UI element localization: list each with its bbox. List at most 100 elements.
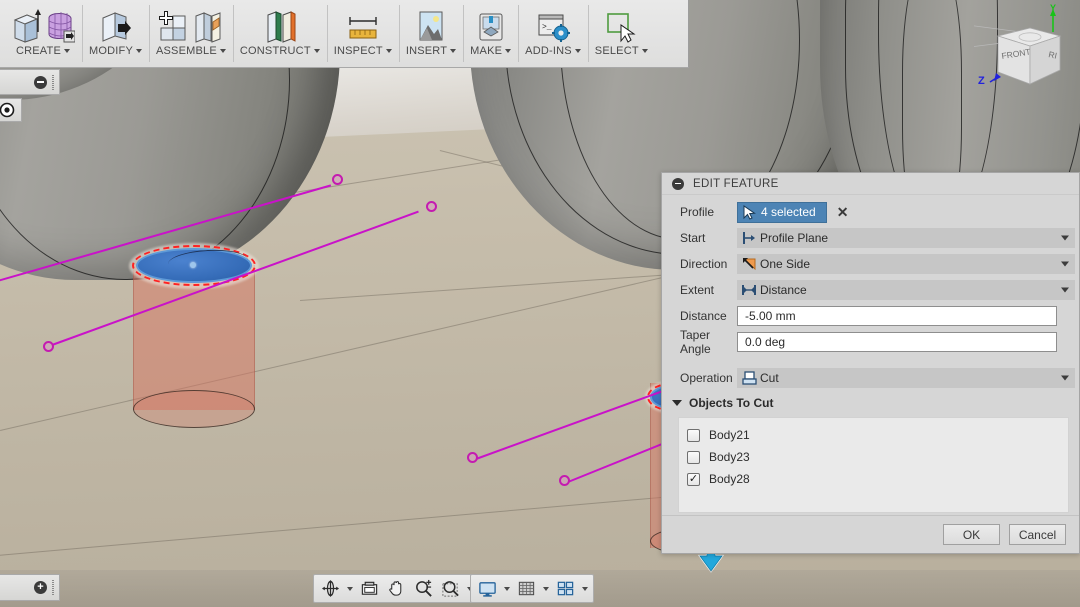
collapse-icon[interactable] xyxy=(672,177,684,190)
scripts-addins-icon[interactable]: >_ xyxy=(536,8,570,44)
joint-icon[interactable] xyxy=(192,8,224,44)
checkbox-body21[interactable] xyxy=(687,428,700,442)
profile-center-point[interactable] xyxy=(190,262,196,268)
toolbar-label-addins: ADD-INS xyxy=(525,45,572,57)
triangle-down-icon[interactable] xyxy=(672,400,682,406)
sketch-point[interactable] xyxy=(43,341,54,352)
sketch-point[interactable] xyxy=(426,201,437,212)
field-row-direction: Direction One Side xyxy=(662,251,1079,277)
start-dropdown[interactable]: Profile Plane xyxy=(737,228,1075,248)
sketch-point[interactable] xyxy=(467,452,478,463)
ok-button[interactable]: OK xyxy=(943,524,1000,545)
offset-plane-icon[interactable] xyxy=(263,8,297,44)
drag-grip[interactable] xyxy=(52,580,54,595)
distance-input[interactable]: -5.00 mm xyxy=(737,306,1057,326)
toolbar-label-select: SELECT xyxy=(594,45,639,57)
cancel-button[interactable]: Cancel xyxy=(1009,524,1066,545)
toolbar-label-inspect: INSPECT xyxy=(333,45,383,57)
checkbox-body23[interactable] xyxy=(687,450,700,464)
operation-value: Cut xyxy=(760,371,779,385)
orbit-icon[interactable] xyxy=(317,576,343,601)
orbit-dropdown-caret-icon[interactable] xyxy=(344,576,355,601)
timeline-expand-tab[interactable]: + xyxy=(0,574,60,601)
checkbox-body28[interactable]: ✓ xyxy=(687,472,700,486)
grid-dropdown-caret-icon[interactable] xyxy=(540,576,551,601)
create-form-icon[interactable] xyxy=(45,8,75,44)
minus-circle-icon[interactable] xyxy=(34,75,47,89)
chevron-down-icon[interactable] xyxy=(385,49,392,53)
field-row-operation: Operation Cut xyxy=(662,365,1079,391)
field-label-taper-angle: Taper Angle xyxy=(680,328,711,356)
profile-plane-icon xyxy=(738,231,760,245)
navigation-bar-right xyxy=(470,574,594,603)
taper-angle-input[interactable]: 0.0 deg xyxy=(737,332,1057,352)
grid-snap-icon[interactable] xyxy=(513,576,539,601)
list-item[interactable]: ✓ Body28 xyxy=(687,468,1068,490)
chevron-down-icon[interactable] xyxy=(1061,235,1069,241)
chevron-down-icon[interactable] xyxy=(641,49,648,53)
browser-collapse-tab[interactable] xyxy=(0,69,60,95)
display-settings-icon[interactable] xyxy=(474,576,500,601)
chevron-down-icon[interactable] xyxy=(574,49,581,53)
plus-circle-icon[interactable]: + xyxy=(34,581,47,594)
zoom-window-icon[interactable] xyxy=(437,576,463,601)
extrude-icon[interactable] xyxy=(11,8,41,44)
select-icon[interactable] xyxy=(604,8,638,44)
cut-operation-icon xyxy=(738,370,760,386)
dialog-title-bar[interactable]: EDIT FEATURE xyxy=(662,173,1079,195)
target-icon[interactable] xyxy=(0,102,15,118)
svg-text:Y: Y xyxy=(1050,4,1056,13)
chevron-down-icon[interactable] xyxy=(1061,375,1069,381)
sketch-point[interactable] xyxy=(332,174,343,185)
left-target-panel[interactable] xyxy=(0,98,22,122)
object-name: Body28 xyxy=(709,472,750,486)
3d-print-icon[interactable] xyxy=(476,8,506,44)
objects-to-cut-list[interactable]: Body21 Body23 ✓ Body28 xyxy=(678,417,1069,513)
svg-text:>_: >_ xyxy=(542,23,552,32)
object-name: Body21 xyxy=(709,428,750,442)
field-row-taper-angle: Taper Angle 0.0 deg xyxy=(662,328,1079,356)
taper-angle-value: 0.0 deg xyxy=(745,335,786,349)
toolbar-group-insert: INSERT xyxy=(398,0,463,67)
zoom-icon[interactable] xyxy=(410,576,436,601)
chevron-down-icon[interactable] xyxy=(1061,287,1069,293)
toolbar-label-assemble: ASSEMBLE xyxy=(155,45,217,57)
profile-selection-count: 4 selected xyxy=(761,205,816,219)
viewports-icon[interactable] xyxy=(552,576,578,601)
viewports-dropdown-caret-icon[interactable] xyxy=(579,576,590,601)
list-item[interactable]: Body23 xyxy=(687,446,1068,468)
arrow-cursor-icon xyxy=(743,204,756,220)
operation-dropdown[interactable]: Cut xyxy=(737,368,1075,388)
direction-dropdown[interactable]: One Side xyxy=(737,254,1075,274)
view-cube[interactable]: FRONT RI Y Z xyxy=(974,4,1074,104)
chevron-down-icon[interactable] xyxy=(450,49,457,53)
press-pull-icon[interactable] xyxy=(98,8,132,44)
field-label-direction: Direction xyxy=(680,257,728,271)
section-objects-to-cut[interactable]: Objects To Cut xyxy=(662,391,1079,415)
distance-value: -5.00 mm xyxy=(745,309,796,323)
sketch-point[interactable] xyxy=(559,475,570,486)
chevron-down-icon[interactable] xyxy=(219,49,226,53)
chevron-down-icon[interactable] xyxy=(64,49,70,53)
extent-distance-icon xyxy=(738,283,760,297)
insert-image-icon[interactable] xyxy=(416,8,446,44)
extent-dropdown[interactable]: Distance xyxy=(737,280,1075,300)
extent-value: Distance xyxy=(760,283,807,297)
drag-grip[interactable] xyxy=(52,74,54,90)
list-item[interactable]: Body21 xyxy=(687,424,1068,446)
look-at-icon[interactable] xyxy=(356,576,382,601)
field-row-start: Start Profile Plane xyxy=(662,225,1079,251)
edit-feature-dialog: EDIT FEATURE Profile 4 selected ✕ Start xyxy=(661,172,1080,554)
chevron-down-icon[interactable] xyxy=(1061,261,1069,267)
display-dropdown-caret-icon[interactable] xyxy=(501,576,512,601)
chevron-down-icon[interactable] xyxy=(135,49,142,53)
toolbar-group-create: CREATE xyxy=(4,0,82,67)
new-component-icon[interactable] xyxy=(158,8,188,44)
close-icon[interactable]: ✕ xyxy=(837,205,849,219)
pan-hand-icon[interactable] xyxy=(383,576,409,601)
chevron-down-icon[interactable] xyxy=(313,49,320,53)
chevron-down-icon[interactable] xyxy=(505,49,512,53)
toolbar-label-insert: INSERT xyxy=(405,45,448,57)
measure-icon[interactable] xyxy=(346,8,380,44)
profile-selection-pill[interactable]: 4 selected xyxy=(737,201,827,223)
